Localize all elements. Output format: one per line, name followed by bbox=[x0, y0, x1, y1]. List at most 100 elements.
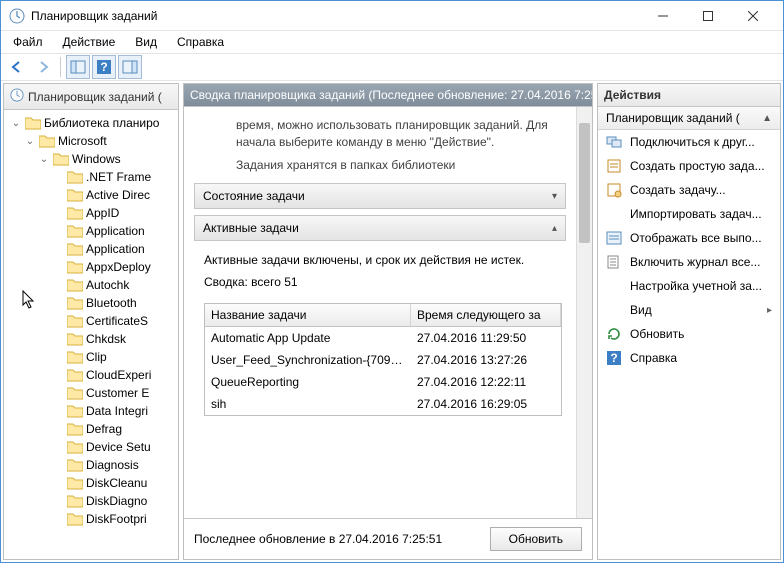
folder-icon bbox=[67, 314, 83, 328]
tree-node[interactable]: DiskCleanu bbox=[8, 474, 178, 492]
tree-node[interactable]: .NET Frame bbox=[8, 168, 178, 186]
tree-node[interactable]: DiskFootpri bbox=[8, 510, 178, 528]
folder-icon bbox=[67, 350, 83, 364]
table-row[interactable]: sih 27.04.2016 16:29:05 bbox=[205, 393, 561, 415]
vertical-scrollbar[interactable] bbox=[576, 107, 592, 518]
action-item[interactable]: Настройка учетной за... bbox=[598, 274, 780, 298]
svg-text:?: ? bbox=[610, 351, 617, 365]
tree-node[interactable]: Active Direc bbox=[8, 186, 178, 204]
action-label: Включить журнал все... bbox=[630, 255, 760, 269]
action-item[interactable]: Обновить bbox=[598, 322, 780, 346]
tree-node[interactable]: Application bbox=[8, 222, 178, 240]
view-icon bbox=[606, 302, 622, 318]
action-item[interactable]: Импортировать задач... bbox=[598, 202, 780, 226]
nav-forward-button[interactable] bbox=[31, 55, 55, 79]
show-all-icon bbox=[606, 230, 622, 246]
tree-node[interactable]: Data Integri bbox=[8, 402, 178, 420]
col-task-name[interactable]: Название задачи bbox=[205, 304, 411, 326]
folder-icon bbox=[67, 260, 83, 274]
tree-node-label: Defrag bbox=[86, 422, 122, 436]
content-area: Планировщик заданий ( ⌄ Библиотека плани… bbox=[1, 81, 783, 562]
folder-icon bbox=[67, 422, 83, 436]
close-button[interactable] bbox=[730, 2, 775, 30]
window-title: Планировщик заданий bbox=[31, 9, 640, 23]
action-item[interactable]: Вид bbox=[598, 298, 780, 322]
tree-node[interactable]: CertificateS bbox=[8, 312, 178, 330]
folder-icon bbox=[67, 206, 83, 220]
tree-node[interactable]: Diagnosis bbox=[8, 456, 178, 474]
folder-icon bbox=[39, 134, 55, 148]
folder-icon bbox=[25, 116, 41, 130]
action-item[interactable]: Создать задачу... bbox=[598, 178, 780, 202]
tree[interactable]: ⌄ Библиотека планиро ⌄ Microsoft ⌄ Windo… bbox=[4, 110, 178, 559]
tree-node[interactable]: Clip bbox=[8, 348, 178, 366]
titlebar: Планировщик заданий bbox=[1, 1, 783, 31]
folder-icon bbox=[67, 386, 83, 400]
tree-node-windows[interactable]: ⌄ Windows bbox=[8, 150, 178, 168]
tree-node[interactable]: DiskDiagno bbox=[8, 492, 178, 510]
tree-node[interactable]: Bluetooth bbox=[8, 294, 178, 312]
maximize-button[interactable] bbox=[685, 2, 730, 30]
table-row[interactable]: User_Feed_Synchronization-{709F... 27.04… bbox=[205, 349, 561, 371]
toolbar: ? bbox=[1, 53, 783, 81]
expand-icon[interactable]: ⌄ bbox=[24, 136, 36, 147]
action-label: Создать простую зада... bbox=[630, 159, 765, 173]
show-actions-button[interactable] bbox=[118, 55, 142, 79]
tree-node-label: AppID bbox=[86, 206, 119, 220]
action-item[interactable]: Создать простую зада... bbox=[598, 154, 780, 178]
tree-node-label: Application bbox=[86, 224, 145, 238]
action-item[interactable]: ? Справка bbox=[598, 346, 780, 370]
table-header: Название задачи Время следующего за bbox=[205, 304, 561, 327]
col-next-run[interactable]: Время следующего за bbox=[411, 304, 561, 326]
action-label: Настройка учетной за... bbox=[630, 279, 762, 293]
tree-node[interactable]: AppID bbox=[8, 204, 178, 222]
table-row[interactable]: QueueReporting 27.04.2016 12:22:11 bbox=[205, 371, 561, 393]
last-refresh-label: Последнее обновление в 27.04.2016 7:25:5… bbox=[194, 532, 478, 546]
tree-node[interactable]: Application bbox=[8, 240, 178, 258]
menu-view[interactable]: Вид bbox=[127, 33, 165, 51]
minimize-button[interactable] bbox=[640, 2, 685, 30]
cell-next-run: 27.04.2016 11:29:50 bbox=[411, 329, 561, 347]
folder-icon bbox=[67, 296, 83, 310]
tree-node-label: DiskCleanu bbox=[86, 476, 147, 490]
tree-node[interactable]: Customer E bbox=[8, 384, 178, 402]
section-task-status[interactable]: Состояние задачи ▾ bbox=[194, 183, 566, 209]
tree-node[interactable]: Chkdsk bbox=[8, 330, 178, 348]
section-active-tasks[interactable]: Активные задачи ▴ bbox=[194, 215, 566, 241]
action-label: Справка bbox=[630, 351, 677, 365]
summary-body: время, можно использовать планировщик за… bbox=[184, 107, 576, 518]
active-tasks-table: Название задачи Время следующего за Auto… bbox=[204, 303, 562, 416]
table-row[interactable]: Automatic App Update 27.04.2016 11:29:50 bbox=[205, 327, 561, 349]
refresh-button[interactable]: Обновить bbox=[490, 527, 582, 551]
tree-node-label: Diagnosis bbox=[86, 458, 139, 472]
expand-icon[interactable]: ⌄ bbox=[10, 118, 22, 129]
action-item[interactable]: Включить журнал все... bbox=[598, 250, 780, 274]
menu-file[interactable]: Файл bbox=[5, 33, 51, 51]
action-item[interactable]: Отображать все выпо... bbox=[598, 226, 780, 250]
tree-node[interactable]: CloudExperi bbox=[8, 366, 178, 384]
cell-task-name: Automatic App Update bbox=[205, 329, 411, 347]
cell-task-name: sih bbox=[205, 395, 411, 413]
tree-node[interactable]: Defrag bbox=[8, 420, 178, 438]
tree-node-library[interactable]: ⌄ Библиотека планиро bbox=[8, 114, 178, 132]
section-title: Состояние задачи bbox=[203, 189, 305, 203]
tree-node[interactable]: Autochk bbox=[8, 276, 178, 294]
folder-icon bbox=[53, 152, 69, 166]
action-item[interactable]: Подключиться к друг... bbox=[598, 130, 780, 154]
nav-back-button[interactable] bbox=[5, 55, 29, 79]
menu-help[interactable]: Справка bbox=[169, 33, 232, 51]
tree-node-label: Application bbox=[86, 242, 145, 256]
chevron-up-icon[interactable]: ▲ bbox=[762, 113, 772, 124]
menubar: Файл Действие Вид Справка bbox=[1, 31, 783, 53]
actions-group-title: Планировщик заданий ( ▲ bbox=[598, 107, 780, 130]
action-label: Отображать все выпо... bbox=[630, 231, 762, 245]
expand-icon[interactable]: ⌄ bbox=[38, 154, 50, 165]
tree-node[interactable]: Device Setu bbox=[8, 438, 178, 456]
show-tree-button[interactable] bbox=[66, 55, 90, 79]
tree-node-microsoft[interactable]: ⌄ Microsoft bbox=[8, 132, 178, 150]
tree-node[interactable]: AppxDeploy bbox=[8, 258, 178, 276]
action-label: Вид bbox=[630, 303, 652, 317]
help-button[interactable]: ? bbox=[92, 55, 116, 79]
menu-action[interactable]: Действие bbox=[55, 33, 124, 51]
folder-icon bbox=[67, 440, 83, 454]
